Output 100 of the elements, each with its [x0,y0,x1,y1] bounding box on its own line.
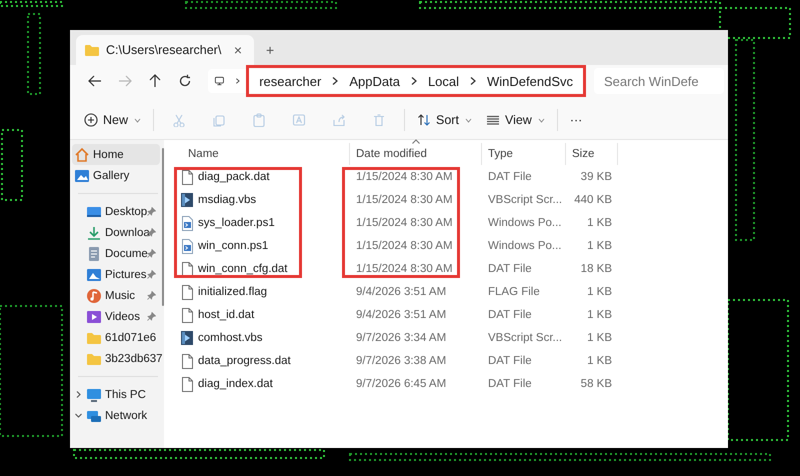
caret-icon [134,118,142,122]
view-button[interactable]: View [480,105,551,135]
file-icon [179,260,195,276]
chevron-right-icon [410,76,418,86]
sidebar-item[interactable]: 61d071e6 [72,327,160,348]
sidebar-item[interactable]: Videos [72,306,160,327]
date-cell-text: 1/15/2024 8:30 AM [355,262,454,274]
size-cell-text: 440 KB [573,194,613,206]
sort-button[interactable]: Sort [411,105,478,135]
size-cell-text: 1 KB [586,286,613,298]
new-tab-button[interactable]: + [262,35,278,65]
folder-icon [84,42,100,58]
paste-icon [252,113,266,127]
file-icon [179,376,195,392]
breadcrumb-item[interactable]: researcher [255,74,326,88]
type-cell-text: DAT File [487,354,533,366]
type-cell-text: Windows Po... [487,240,562,252]
sidebar-item[interactable]: Downloa [72,222,160,243]
type-cell-text: DAT File [487,378,533,390]
window-tab[interactable]: C:\Users\researcher\ × [76,35,254,65]
file-name[interactable]: comhost.vbs [198,332,263,344]
forward-arrow-icon [117,73,133,89]
file-name[interactable]: diag_pack.dat [198,170,270,182]
file-name[interactable]: msdiag.vbs [198,194,256,206]
date-cell-text: 9/4/2026 3:51 AM [355,286,448,298]
sort-icon [417,113,432,127]
file-icon [179,306,195,322]
copy-icon [212,113,226,127]
sidebar-item[interactable]: Music [72,285,160,306]
video-icon [86,308,102,324]
column-header[interactable]: Type [482,142,566,164]
close-tab-button[interactable]: × [230,42,246,58]
size-cell-text: 58 KB [580,378,613,390]
download-icon [86,224,102,240]
file-name[interactable]: data_progress.dat [198,354,291,366]
script-file-icon [179,214,195,230]
share-icon [332,113,346,127]
gallery-icon [74,168,90,184]
type-cell-text: VBScript Scr... [487,332,564,344]
type-cell-text: DAT File [487,170,533,182]
cut-icon [172,113,186,127]
size-cell-text: 1 KB [586,308,613,320]
sidebar-item[interactable]: Gallery [72,165,160,186]
sidebar-item[interactable]: Home [72,144,160,165]
date-cell-text: 9/7/2026 3:34 AM [355,332,448,344]
music-icon [86,288,102,304]
column-header[interactable]: Date modified [350,142,482,164]
chevron-right-icon [331,76,340,86]
size-cell-text: 1 KB [586,216,613,228]
delete-icon [372,113,386,127]
refresh-icon [177,73,193,89]
document-icon [86,246,102,262]
size-cell-text: 18 KB [580,262,613,274]
sidebar-item[interactable]: 3b23db637 [72,348,160,369]
date-cell-text: 9/4/2026 3:51 AM [355,308,448,320]
file-icon [179,284,195,300]
file-name[interactable]: win_conn_cfg.dat [198,262,288,274]
file-name[interactable]: initialized.flag [198,286,268,298]
type-cell-text: FLAG File [487,286,541,298]
date-cell-text: 1/15/2024 8:30 AM [355,240,454,252]
more-button[interactable]: ··· [564,105,588,135]
list-icon [486,113,500,127]
breadcrumb-item[interactable]: AppData [345,74,404,88]
sidebar-item[interactable]: This PC [72,384,160,405]
new-button[interactable]: New [78,105,148,135]
script-file-icon [179,330,195,346]
date-cell-text: 1/15/2024 8:30 AM [355,170,454,182]
sidebar-item[interactable]: Docume [72,243,160,264]
caret-icon [464,118,472,122]
search-field[interactable]: Search WinDefe [594,68,724,94]
back-arrow-icon [87,73,103,89]
size-cell-text: 1 KB [586,240,613,252]
sidebar-item[interactable]: Network [72,405,160,426]
file-name[interactable]: host_id.dat [198,308,254,320]
date-cell-text: 1/15/2024 8:30 AM [355,194,454,206]
column-header[interactable]: Size [566,142,618,164]
file-icon [179,352,195,368]
picture-icon [86,266,102,282]
breadcrumb-item[interactable]: WinDefendSvc [483,74,577,88]
file-name[interactable]: win_conn.ps1 [198,240,268,252]
type-cell-text: VBScript Scr... [487,194,564,206]
sidebar-item[interactable]: Pictures [72,264,160,285]
column-header[interactable]: Name [174,142,350,164]
script-file-icon [179,192,195,208]
size-cell-text: 39 KB [580,170,613,182]
file-name[interactable]: sys_loader.ps1 [198,216,275,228]
size-cell-text: 1 KB [586,332,613,344]
sidebar-item[interactable]: Desktop [72,201,160,222]
chevron-right-icon [234,76,240,86]
file-icon [179,168,195,184]
file-name[interactable]: diag_index.dat [198,378,273,390]
breadcrumb-item[interactable]: Local [424,74,464,88]
script-file-icon [179,238,195,254]
tab-title: C:\Users\researcher\ [106,43,222,57]
computer-icon [86,386,102,402]
size-cell-text: 1 KB [586,354,613,366]
date-cell-text: 9/7/2026 6:45 AM [355,378,448,390]
scrollbar-thumb[interactable] [162,148,164,306]
caret-icon [538,118,545,122]
up-arrow-icon [147,73,163,89]
